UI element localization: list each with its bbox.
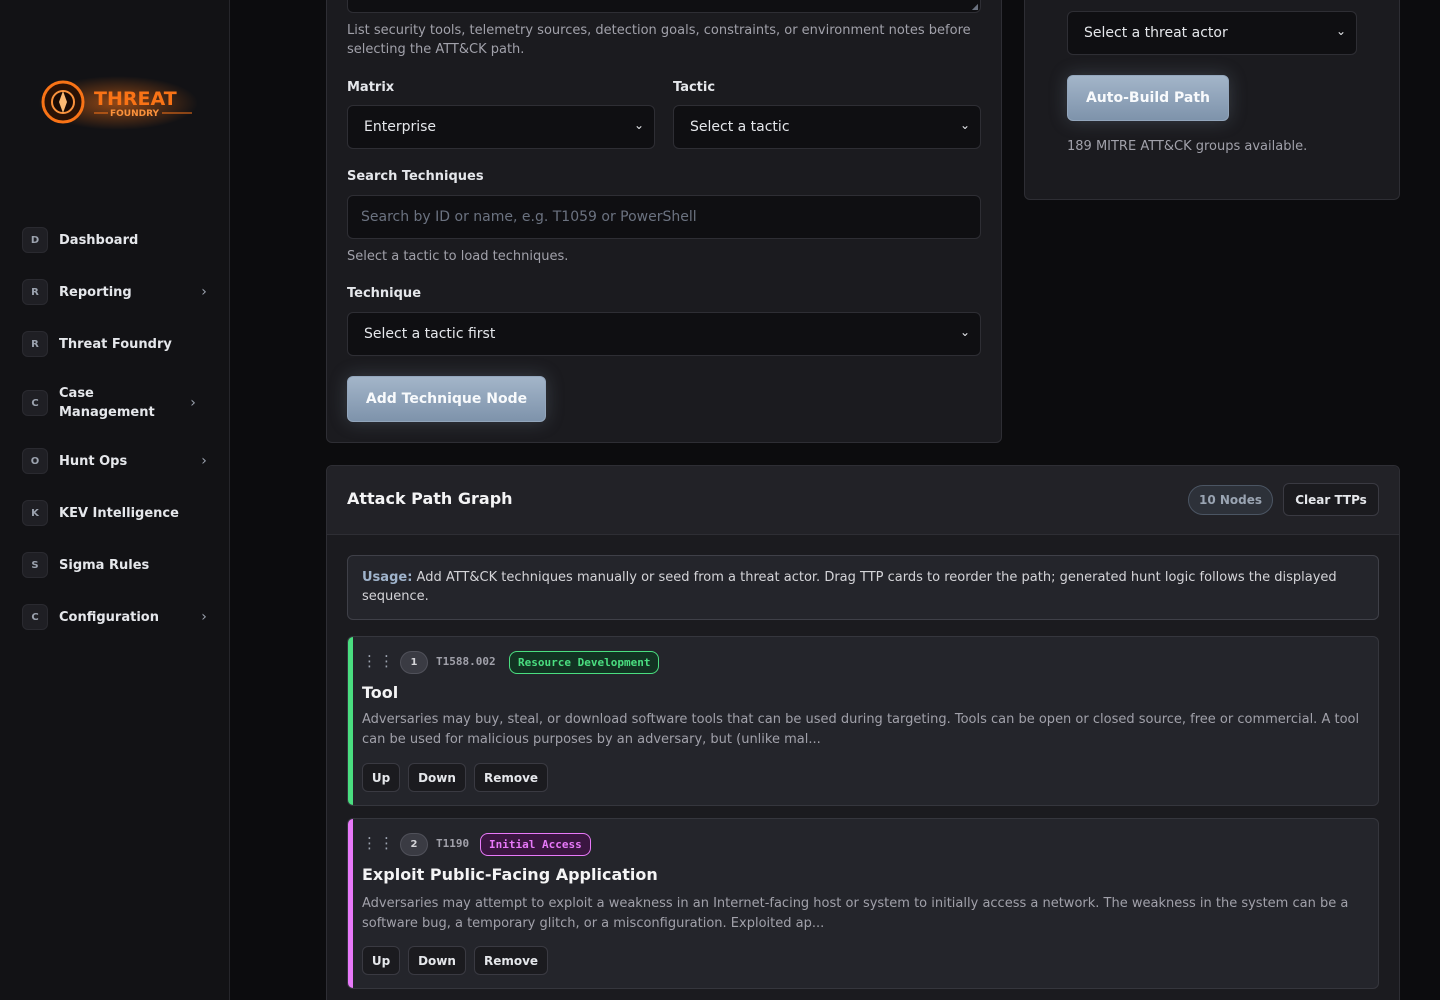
sidebar-item-label: Dashboard	[59, 232, 139, 248]
tactic-select-value: Select a tactic	[690, 119, 790, 135]
nav-badge: C	[22, 390, 48, 416]
notes-help-text: List security tools, telemetry sources, …	[347, 23, 971, 57]
chevron-right-icon: ›	[201, 284, 207, 300]
move-down-button[interactable]: Down	[408, 946, 466, 975]
sidebar-item-dashboard[interactable]: D Dashboard	[22, 223, 212, 257]
search-techniques-label: Search Techniques	[347, 169, 484, 184]
move-up-button[interactable]: Up	[362, 946, 400, 975]
sidebar-item-label: Sigma Rules	[59, 557, 150, 573]
matrix-label: Matrix	[347, 80, 395, 95]
notes-textarea[interactable]: ◢	[347, 0, 981, 13]
tactic-select[interactable]: Select a tactic ⌄	[673, 105, 981, 149]
nav-badge: D	[22, 227, 48, 253]
technique-select[interactable]: Select a tactic first ⌄	[347, 312, 981, 356]
technique-title: Tool	[362, 683, 399, 702]
sidebar-item-label: Reporting	[59, 284, 132, 300]
sidebar-item-label: Case Management	[59, 386, 155, 420]
chevron-right-icon: ›	[190, 395, 196, 411]
technique-title: Exploit Public-Facing Application	[362, 865, 658, 884]
search-help-text: Select a tactic to load techniques.	[347, 249, 569, 264]
matrix-select-value: Enterprise	[364, 119, 437, 135]
sidebar-item-label: Threat Foundry	[59, 336, 172, 352]
tactic-label: Tactic	[673, 80, 716, 95]
card-index-badge: 2	[400, 833, 428, 856]
sidebar-item-label: KEV Intelligence	[59, 505, 179, 521]
sidebar-item-configuration[interactable]: C Configuration ›	[22, 600, 212, 634]
search-techniques-input[interactable]: Search by ID or name, e.g. T1059 or Powe…	[347, 195, 981, 239]
tactic-badge: Resource Development	[509, 651, 660, 674]
clear-ttps-button[interactable]: Clear TTPs	[1283, 483, 1379, 516]
move-down-button[interactable]: Down	[408, 763, 466, 792]
technique-select-value: Select a tactic first	[364, 326, 496, 342]
sidebar-item-kev-intelligence[interactable]: K KEV Intelligence	[22, 496, 212, 530]
usage-text: Add ATT&CK techniques manually or seed f…	[362, 570, 1337, 604]
chevron-down-icon: ⌄	[959, 118, 970, 132]
auto-build-path-button[interactable]: Auto-Build Path	[1067, 75, 1229, 121]
matrix-select[interactable]: Enterprise ⌄	[347, 105, 655, 149]
sidebar: THREAT FOUNDRY D Dashboard R Reporting ›…	[0, 0, 230, 1000]
technique-label: Technique	[347, 286, 422, 301]
chevron-down-icon: ⌄	[959, 325, 970, 339]
ttp-card[interactable]: ⋮⋮ 1 T1588.002 Resource Development Tool…	[347, 636, 1379, 806]
card-accent-stripe	[348, 637, 353, 805]
tactic-badge: Initial Access	[480, 833, 591, 856]
chevron-right-icon: ›	[201, 453, 207, 469]
move-up-button[interactable]: Up	[362, 763, 400, 792]
threat-foundry-logo[interactable]: THREAT FOUNDRY	[38, 76, 198, 130]
chevron-down-icon: ⌄	[633, 118, 644, 132]
add-technique-node-button[interactable]: Add Technique Node	[347, 376, 546, 422]
technique-description: Adversaries may buy, steal, or download …	[362, 712, 1360, 747]
groups-available-text: 189 MITRE ATT&CK groups available.	[1067, 139, 1308, 154]
technique-id: T1190	[436, 837, 470, 850]
nav-badge: R	[22, 331, 48, 357]
threat-actor-select-value: Select a threat actor	[1084, 25, 1228, 41]
usage-label: Usage:	[362, 570, 413, 585]
sidebar-item-sigma-rules[interactable]: S Sigma Rules	[22, 548, 212, 582]
sidebar-item-hunt-ops[interactable]: O Hunt Ops ›	[22, 444, 212, 478]
sidebar-item-label: Hunt Ops	[59, 453, 128, 469]
chevron-right-icon: ›	[201, 609, 207, 625]
nav-badge: R	[22, 279, 48, 305]
logo-word-threat: THREAT	[94, 88, 177, 110]
sidebar-item-threat-foundry[interactable]: R Threat Foundry	[22, 327, 212, 361]
card-index-badge: 1	[400, 651, 428, 674]
nav-badge: S	[22, 552, 48, 578]
sidebar-item-reporting[interactable]: R Reporting ›	[22, 275, 212, 309]
logo-word-foundry: FOUNDRY	[110, 109, 160, 119]
nav-badge: C	[22, 604, 48, 630]
graph-title: Attack Path Graph	[347, 489, 513, 508]
nav-badge: K	[22, 500, 48, 526]
technique-description: Adversaries may attempt to exploit a wea…	[362, 896, 1349, 931]
drag-handle-icon[interactable]: ⋮⋮	[362, 652, 396, 670]
card-accent-stripe	[348, 819, 353, 988]
threat-actor-select[interactable]: Select a threat actor ⌄	[1067, 11, 1357, 55]
nodes-count-badge: 10 Nodes	[1188, 485, 1273, 515]
technique-id: T1588.002	[436, 655, 496, 668]
search-placeholder: Search by ID or name, e.g. T1059 or Powe…	[361, 209, 697, 225]
usage-note: Usage: Add ATT&CK techniques manually or…	[347, 555, 1379, 620]
sidebar-item-case-management[interactable]: C Case Management ›	[22, 383, 212, 423]
drag-handle-icon[interactable]: ⋮⋮	[362, 834, 396, 852]
chevron-down-icon: ⌄	[1335, 24, 1346, 38]
nav-badge: O	[22, 448, 48, 474]
remove-button[interactable]: Remove	[474, 763, 548, 792]
resize-handle-icon[interactable]: ◢	[972, 2, 978, 11]
sidebar-item-label: Configuration	[59, 609, 159, 625]
ttp-card[interactable]: ⋮⋮ 2 T1190 Initial Access Exploit Public…	[347, 818, 1379, 989]
remove-button[interactable]: Remove	[474, 946, 548, 975]
